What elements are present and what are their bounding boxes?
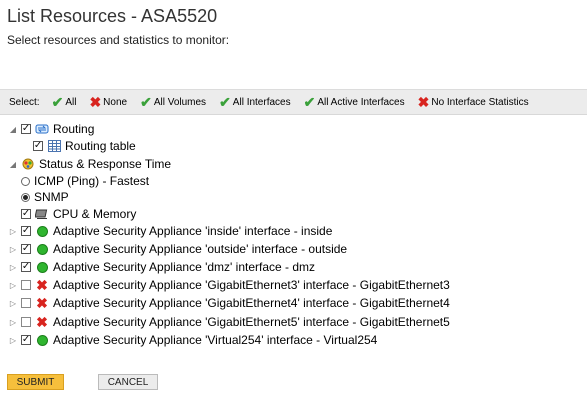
page-title: List Resources - ASA5520 — [7, 6, 218, 26]
status-up-icon — [35, 260, 49, 274]
routing-checkbox[interactable]: ✓ — [21, 124, 31, 134]
cpu-checkbox[interactable]: ✓ — [21, 209, 31, 219]
check-icon: ✔ — [51, 94, 64, 110]
tree-node-label: Routing — [53, 122, 95, 136]
select-option-label: No Interface Statistics — [431, 96, 529, 108]
tree-node-cpu: ✓ CPU & Memory — [21, 207, 136, 221]
status-up-icon — [35, 242, 49, 256]
select-label: Select: — [9, 96, 40, 108]
interface-label: Adaptive Security Appliance 'GigabitEthe… — [53, 278, 450, 292]
radio-label: ICMP (Ping) - Fastest — [34, 174, 150, 188]
check-icon: ✔ — [303, 94, 316, 110]
tree-node-status: ◢ Status & Response Time — [9, 157, 171, 171]
interface-label: Adaptive Security Appliance 'dmz' interf… — [53, 260, 316, 274]
status-down-icon: ✖ — [36, 277, 48, 293]
check-icon: ✔ — [140, 94, 152, 110]
interface-label: Adaptive Security Appliance 'Virtual254'… — [53, 333, 378, 347]
collapse-triangle-icon[interactable]: ◢ — [9, 159, 17, 169]
select-no-interface-statistics-link[interactable]: ✖ No Interface Statistics — [417, 94, 529, 110]
snmp-radio[interactable] — [21, 192, 30, 202]
expand-triangle-icon[interactable]: ▷ — [9, 262, 17, 272]
status-up-icon — [35, 224, 49, 238]
check-icon: ✔ — [219, 94, 231, 110]
cancel-button[interactable]: CANCEL — [98, 374, 158, 390]
select-option-label: All Interfaces — [232, 96, 291, 108]
expand-triangle-icon[interactable]: ▷ — [9, 244, 17, 254]
interface-checkbox[interactable] — [21, 317, 31, 327]
x-icon: ✖ — [89, 94, 102, 110]
interface-checkbox[interactable]: ✓ — [21, 335, 31, 345]
interface-row: ▷ ✖ Adaptive Security Appliance 'Gigabit… — [9, 296, 450, 310]
select-option-label: All Active Interfaces — [317, 96, 405, 108]
routing-table-checkbox[interactable]: ✓ — [33, 141, 43, 151]
interface-row: ▷ ✖ Adaptive Security Appliance 'Gigabit… — [9, 315, 450, 329]
status-icon — [21, 157, 35, 171]
select-all-link[interactable]: ✔ All — [51, 94, 77, 110]
interface-label: Adaptive Security Appliance 'GigabitEthe… — [53, 296, 450, 310]
interface-checkbox[interactable] — [21, 280, 31, 290]
page-subtitle: Select resources and statistics to monit… — [7, 33, 230, 47]
select-all-volumes-link[interactable]: ✔ All Volumes — [140, 94, 207, 110]
select-option-label: All — [65, 96, 77, 108]
expand-triangle-icon[interactable]: ▷ — [9, 280, 17, 290]
select-option-label: All Volumes — [153, 96, 207, 108]
select-all-interfaces-link[interactable]: ✔ All Interfaces — [219, 94, 291, 110]
routing-icon — [35, 122, 49, 136]
icmp-radio[interactable] — [21, 176, 30, 186]
expand-triangle-icon[interactable]: ▷ — [9, 226, 17, 236]
interface-row: ▷ ✓ Adaptive Security Appliance 'Virtual… — [9, 333, 377, 347]
collapse-triangle-icon[interactable]: ◢ — [9, 124, 17, 134]
expand-triangle-icon[interactable]: ▷ — [9, 335, 17, 345]
status-down-icon: ✖ — [36, 295, 48, 311]
expand-triangle-icon[interactable]: ▷ — [9, 317, 17, 327]
interface-row: ▷ ✓ Adaptive Security Appliance 'dmz' in… — [9, 260, 315, 274]
tree-node-label: CPU & Memory — [53, 207, 137, 221]
status-up-icon — [35, 333, 49, 347]
interface-checkbox[interactable]: ✓ — [21, 226, 31, 236]
interface-checkbox[interactable]: ✓ — [21, 244, 31, 254]
interface-label: Adaptive Security Appliance 'outside' in… — [53, 242, 348, 256]
interface-row: ▷ ✓ Adaptive Security Appliance 'inside'… — [9, 224, 332, 238]
interface-checkbox[interactable] — [21, 298, 31, 308]
status-down-icon: ✖ — [36, 314, 48, 330]
tree-node-routing-table: ✓ Routing table — [33, 139, 136, 153]
select-none-link[interactable]: ✖ None — [89, 94, 128, 110]
interface-label: Adaptive Security Appliance 'inside' int… — [53, 224, 333, 238]
tree-node-label: Routing table — [65, 139, 136, 153]
interface-row: ▷ ✓ Adaptive Security Appliance 'outside… — [9, 242, 347, 256]
interface-label: Adaptive Security Appliance 'GigabitEthe… — [53, 315, 450, 329]
tree-node-label: Status & Response Time — [39, 157, 172, 171]
poll-method-snmp: SNMP — [21, 190, 69, 204]
radio-label: SNMP — [34, 190, 69, 204]
select-all-active-interfaces-link[interactable]: ✔ All Active Interfaces — [303, 94, 405, 110]
x-icon: ✖ — [417, 94, 430, 110]
tree-node-routing: ◢ ✓ Routing — [9, 122, 94, 136]
select-bar: Select: ✔ All ✖ None ✔ All Volumes ✔ All… — [0, 89, 587, 115]
expand-triangle-icon[interactable]: ▷ — [9, 298, 17, 308]
select-option-label: None — [103, 96, 128, 108]
table-icon — [47, 139, 61, 153]
interface-row: ▷ ✖ Adaptive Security Appliance 'Gigabit… — [9, 278, 450, 292]
cpu-icon — [35, 207, 49, 221]
submit-button[interactable]: SUBMIT — [7, 374, 64, 390]
poll-method-icmp: ICMP (Ping) - Fastest — [21, 174, 149, 188]
interface-checkbox[interactable]: ✓ — [21, 262, 31, 272]
